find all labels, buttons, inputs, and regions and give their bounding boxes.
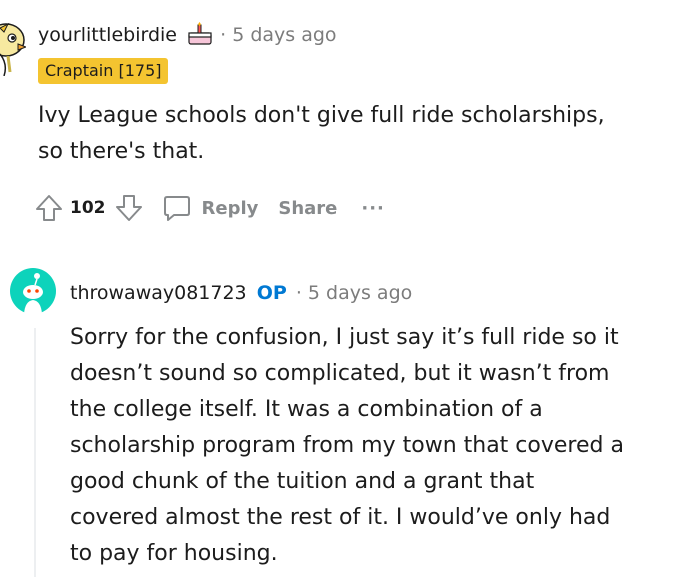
- comment-meta: throwaway081723 OP · 5 days ago: [70, 281, 412, 305]
- timestamp[interactable]: 5 days ago: [308, 282, 412, 304]
- comment-actions: 102 Reply Share ···: [34, 188, 385, 228]
- separator-dot: ·: [220, 24, 227, 46]
- downvote-arrow-icon[interactable]: [114, 193, 144, 223]
- comment-body: Sorry for the confusion, I just say it’s…: [70, 320, 624, 572]
- thread-line[interactable]: [34, 328, 36, 577]
- cake-award-icon: [188, 22, 212, 45]
- comment-body-line: good chunk of the tuition and a grant th…: [70, 469, 535, 494]
- op-badge: OP: [256, 282, 287, 304]
- vote-count: 102: [70, 198, 106, 218]
- comment-body-line: scholarship program from my town that co…: [70, 433, 624, 458]
- share-button[interactable]: Share: [278, 198, 337, 219]
- comment-body: Ivy League schools don't give full ride …: [38, 98, 605, 170]
- separator-dot: ·: [295, 282, 302, 304]
- username[interactable]: throwaway081723: [70, 282, 247, 304]
- bird-avatar-icon[interactable]: [0, 14, 26, 76]
- comment-body-line: the college itself. It was a combination…: [70, 397, 543, 422]
- comment-body-line: doesn’t sound so complicated, but it was…: [70, 361, 610, 386]
- snoo-avatar-icon[interactable]: [10, 268, 56, 314]
- comment: yourlittlebirdie · 5 days ago Craptain […: [0, 0, 700, 250]
- username[interactable]: yourlittlebirdie: [38, 24, 177, 46]
- comment-body-line: so there's that.: [38, 139, 205, 164]
- comment-bubble-icon[interactable]: [162, 193, 192, 223]
- reply-button[interactable]: Reply: [202, 198, 259, 219]
- comment-meta: yourlittlebirdie · 5 days ago: [38, 22, 337, 47]
- comment-body-line: Ivy League schools don't give full ride …: [38, 103, 605, 128]
- timestamp[interactable]: 5 days ago: [232, 24, 336, 46]
- more-options-button[interactable]: ···: [361, 198, 385, 219]
- comment-body-line: covered almost the rest of it. I would’v…: [70, 505, 611, 530]
- comment-body-line: Sorry for the confusion, I just say it’s…: [70, 325, 619, 350]
- upvote-arrow-icon[interactable]: [34, 193, 64, 223]
- comment-body-line: to pay for housing.: [70, 541, 278, 566]
- user-flair: Craptain [175]: [38, 58, 169, 84]
